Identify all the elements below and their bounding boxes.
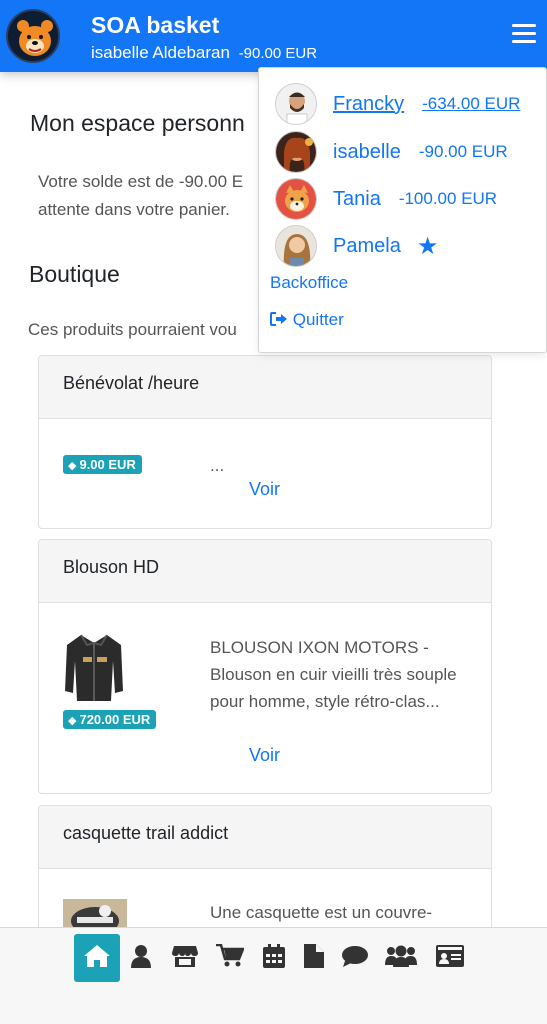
avatar (275, 83, 317, 125)
avatar (275, 225, 317, 267)
product-description: ... (210, 456, 225, 475)
nav-id-card[interactable] (427, 934, 473, 982)
star-icon: ★ (416, 232, 439, 260)
dropdown-user-name: Pamela (333, 234, 401, 257)
quit-label: Quitter (292, 310, 344, 329)
product-description: BLOUSON IXON MOTORS - Blouson en cuir vi… (210, 638, 457, 711)
tag-icon: ◆ (68, 460, 77, 472)
product-card: Bénévolat /heure ◆ 9.00 EUR ... Voir (38, 355, 492, 529)
hamburger-menu-icon[interactable] (512, 24, 536, 46)
view-button[interactable]: Voir (249, 745, 280, 766)
users-icon (385, 945, 417, 972)
dropdown-user-name: isabelle (333, 140, 401, 163)
price-badge: ◆ 720.00 EUR (63, 710, 157, 729)
calendar-icon (263, 943, 285, 973)
product-title: casquette trail addict (39, 806, 491, 869)
price-value: 9.00 EUR (79, 457, 136, 472)
suggestion-text: Ces produits pourraient vou (28, 320, 237, 339)
product-title: Blouson HD (39, 540, 491, 603)
nav-store[interactable] (162, 934, 208, 982)
backoffice-link[interactable]: Backoffice (270, 273, 348, 293)
user-switch-dropdown: Francky -634.00 EUR isabelle -90.00 EUR … (258, 67, 547, 353)
sign-out-icon (270, 310, 293, 329)
bear-logo-icon[interactable] (6, 9, 60, 63)
tag-icon: ◆ (68, 715, 77, 727)
dropdown-user-name: Francky (333, 92, 405, 115)
nav-profile[interactable] (118, 934, 164, 982)
nav-documents[interactable] (291, 934, 337, 982)
product-description: Une casquette est un couvre- (210, 903, 433, 922)
dropdown-user-tania[interactable]: Tania -100.00 EUR (275, 177, 497, 221)
current-user-name: isabelle Aldebaran (91, 43, 230, 62)
product-title: Bénévolat /heure (39, 356, 491, 419)
view-button[interactable]: Voir (249, 479, 280, 500)
dropdown-user-francky[interactable]: Francky -634.00 EUR (275, 82, 520, 126)
avatar (275, 131, 317, 173)
avatar (275, 178, 317, 220)
product-card: Blouson HD ◆ 720.00 EUR BLOUSON IXON MOTO… (38, 539, 492, 794)
chat-icon (342, 945, 368, 972)
cap-image[interactable] (63, 899, 127, 927)
dropdown-user-pamela[interactable]: Pamela ★ (275, 224, 438, 268)
bottom-nav (0, 927, 547, 1024)
nav-messages[interactable] (332, 934, 378, 982)
nav-home[interactable] (74, 934, 120, 982)
home-icon (82, 943, 112, 974)
current-user-line: isabelle Aldebaran -90.00 EUR (91, 43, 317, 63)
document-icon (304, 943, 324, 973)
nav-members[interactable] (378, 934, 424, 982)
price-value: 720.00 EUR (79, 712, 151, 727)
espace-title: Mon espace personn (30, 110, 245, 136)
quit-link[interactable]: Quitter (270, 310, 344, 330)
product-card: casquette trail addict Une casquette est… (38, 805, 492, 927)
jacket-image[interactable] (63, 631, 125, 710)
nav-cart[interactable] (207, 934, 253, 982)
dropdown-user-balance: -634.00 EUR (422, 94, 521, 113)
user-icon (130, 944, 152, 973)
current-user-balance: -90.00 EUR (238, 45, 318, 62)
price-badge: ◆ 9.00 EUR (63, 455, 142, 474)
dropdown-user-balance: -90.00 EUR (418, 142, 508, 161)
id-card-icon (436, 944, 464, 972)
app-title: SOA basket (91, 12, 220, 38)
cart-icon (216, 943, 245, 973)
dropdown-user-balance: -100.00 EUR (398, 189, 498, 208)
boutique-title: Boutique (29, 261, 120, 287)
dropdown-user-isabelle[interactable]: isabelle -90.00 EUR (275, 130, 508, 174)
dropdown-user-name: Tania (333, 187, 381, 210)
app-header: SOA basket isabelle Aldebaran -90.00 EUR (0, 0, 547, 72)
store-icon (172, 944, 198, 973)
